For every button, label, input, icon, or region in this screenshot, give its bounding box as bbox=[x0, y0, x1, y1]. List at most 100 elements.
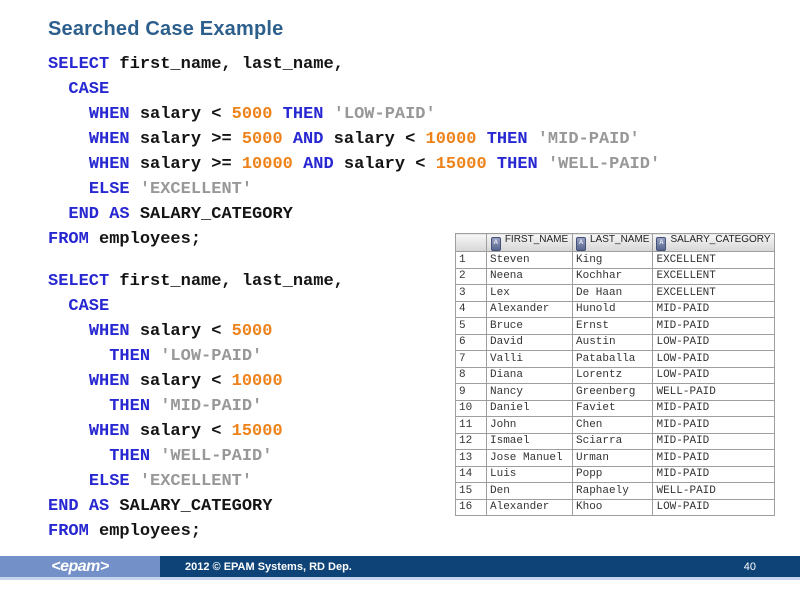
footer-underline bbox=[0, 577, 800, 580]
sql-token-pl bbox=[48, 180, 89, 199]
table-cell: Hunold bbox=[571, 300, 654, 318]
row-number-cell: 9 bbox=[455, 383, 487, 401]
table-cell: Ismael bbox=[486, 432, 573, 450]
table-cell: Raphaely bbox=[571, 482, 654, 500]
table-cell: MID-PAID bbox=[652, 399, 775, 417]
sql-token-pl: salary >= bbox=[129, 155, 242, 174]
table-cell: WELL-PAID bbox=[652, 383, 775, 401]
sql-query-block-1: SELECT first_name, last_name, CASE WHEN … bbox=[48, 52, 660, 252]
sql-token-str: 'WELL-PAID' bbox=[547, 155, 661, 174]
table-cell: Neena bbox=[486, 267, 573, 285]
sql-query-block-2: SELECT first_name, last_name, CASE WHEN … bbox=[48, 269, 344, 544]
sql-code-line: SELECT first_name, last_name, bbox=[48, 52, 660, 77]
table-cell: Pataballa bbox=[571, 350, 654, 368]
table-header-row: A FIRST_NAME A LAST_NAME A SALARY_CATEGORY bbox=[455, 233, 775, 252]
table-cell: Nancy bbox=[486, 383, 573, 401]
sql-token-pl bbox=[48, 297, 68, 316]
sql-token-pl bbox=[283, 130, 293, 149]
sql-code-line: THEN 'MID-PAID' bbox=[48, 394, 344, 419]
sql-token-kw: ELSE bbox=[88, 180, 130, 199]
sql-token-pl: salary >= bbox=[129, 130, 242, 149]
sql-code-line: WHEN salary < 5000 THEN 'LOW-PAID' bbox=[48, 102, 660, 127]
row-number-cell: 1 bbox=[455, 251, 487, 269]
table-cell: Faviet bbox=[571, 399, 654, 417]
sql-token-kw: AND bbox=[303, 155, 334, 174]
sql-token-pl: employees; bbox=[88, 230, 202, 249]
sql-code-line: CASE bbox=[48, 294, 344, 319]
sql-token-pl: salary < bbox=[129, 372, 232, 391]
table-cell: MID-PAID bbox=[652, 300, 775, 318]
table-row: 2 Neena Kochhar EXCELLENT bbox=[455, 267, 775, 285]
sql-token-kw: THEN bbox=[282, 105, 324, 124]
sql-token-pl bbox=[48, 397, 109, 416]
sql-token-pl bbox=[48, 322, 89, 341]
sql-token-pl bbox=[538, 155, 548, 174]
table-row: 7 Valli Pataballa LOW-PAID bbox=[455, 350, 775, 368]
sql-token-kw: AS bbox=[109, 205, 130, 224]
sql-token-num: 15000 bbox=[231, 422, 283, 441]
row-number-cell: 7 bbox=[455, 350, 487, 368]
sql-code-line: THEN 'LOW-PAID' bbox=[48, 344, 344, 369]
row-number-cell: 14 bbox=[455, 465, 487, 483]
sql-token-pl: SALARY_CATEGORY bbox=[129, 205, 293, 224]
sql-token-pl bbox=[130, 472, 140, 491]
table-cell: LOW-PAID bbox=[652, 498, 775, 516]
sql-code-line: WHEN salary >= 5000 AND salary < 10000 T… bbox=[48, 127, 660, 152]
sql-token-str: 'MID-PAID' bbox=[537, 130, 640, 149]
sql-token-pl bbox=[48, 205, 68, 224]
sql-code-line: END AS SALARY_CATEGORY bbox=[48, 494, 344, 519]
sql-token-pl bbox=[79, 497, 89, 516]
table-cell: Jose Manuel bbox=[486, 449, 573, 467]
column-header-label: SALARY_CATEGORY bbox=[670, 234, 771, 246]
sql-token-pl: employees; bbox=[88, 522, 202, 541]
epam-logo-bar: <epam> bbox=[0, 556, 160, 577]
copyright-text: 2012 © EPAM Systems, RD Dep. bbox=[185, 560, 352, 573]
sql-token-pl bbox=[150, 347, 160, 366]
sql-token-pl: salary < bbox=[323, 130, 426, 149]
table-cell: Diana bbox=[486, 366, 573, 384]
sql-token-str: 'LOW-PAID' bbox=[160, 347, 263, 366]
sql-token-pl: salary < bbox=[129, 422, 232, 441]
table-cell: Ernst bbox=[571, 317, 654, 335]
row-number-cell: 11 bbox=[455, 416, 487, 434]
column-type-icon: A bbox=[576, 237, 586, 251]
table-cell: Khoo bbox=[571, 498, 654, 516]
table-cell: Steven bbox=[486, 251, 573, 269]
table-cell: Lex bbox=[486, 284, 573, 302]
table-cell: Greenberg bbox=[571, 383, 654, 401]
sql-token-num: 10000 bbox=[241, 155, 293, 174]
sql-token-num: 10000 bbox=[231, 372, 283, 391]
sql-token-pl bbox=[48, 105, 89, 124]
sql-token-str: 'MID-PAID' bbox=[160, 397, 263, 416]
row-number-cell: 13 bbox=[455, 449, 487, 467]
sql-code-line: WHEN salary < 15000 bbox=[48, 419, 344, 444]
sql-token-pl: first_name, last_name, bbox=[109, 55, 344, 74]
column-type-icon: A bbox=[656, 237, 667, 251]
table-cell: King bbox=[571, 251, 654, 269]
table-cell: EXCELLENT bbox=[652, 284, 775, 302]
page-title: Searched Case Example bbox=[48, 18, 284, 40]
sql-token-pl bbox=[150, 397, 160, 416]
sql-token-kw: FROM bbox=[48, 230, 89, 249]
sql-code-line: CASE bbox=[48, 77, 660, 102]
sql-token-pl: salary < bbox=[333, 155, 436, 174]
sql-token-str: 'EXCELLENT' bbox=[139, 180, 253, 199]
sql-token-kw: THEN bbox=[109, 447, 151, 466]
sql-token-pl bbox=[48, 472, 89, 491]
row-number-cell: 15 bbox=[455, 482, 487, 500]
sql-token-kw: CASE bbox=[68, 80, 110, 99]
sql-token-pl bbox=[477, 130, 487, 149]
row-number-cell: 6 bbox=[455, 333, 487, 351]
sql-token-pl bbox=[48, 372, 89, 391]
table-row: 6 David Austin LOW-PAID bbox=[455, 333, 775, 351]
table-cell: Bruce bbox=[486, 317, 573, 335]
sql-token-pl bbox=[48, 130, 89, 149]
row-number-cell: 12 bbox=[455, 432, 487, 450]
sql-code-line: WHEN salary < 10000 bbox=[48, 369, 344, 394]
sql-token-kw: SELECT bbox=[48, 55, 110, 74]
table-row: 8 Diana Lorentz LOW-PAID bbox=[455, 366, 775, 384]
table-cell: Daniel bbox=[486, 399, 573, 417]
table-cell: Valli bbox=[486, 350, 573, 368]
sql-token-kw: WHEN bbox=[88, 155, 130, 174]
table-row: 14 Luis Popp MID-PAID bbox=[455, 465, 775, 483]
